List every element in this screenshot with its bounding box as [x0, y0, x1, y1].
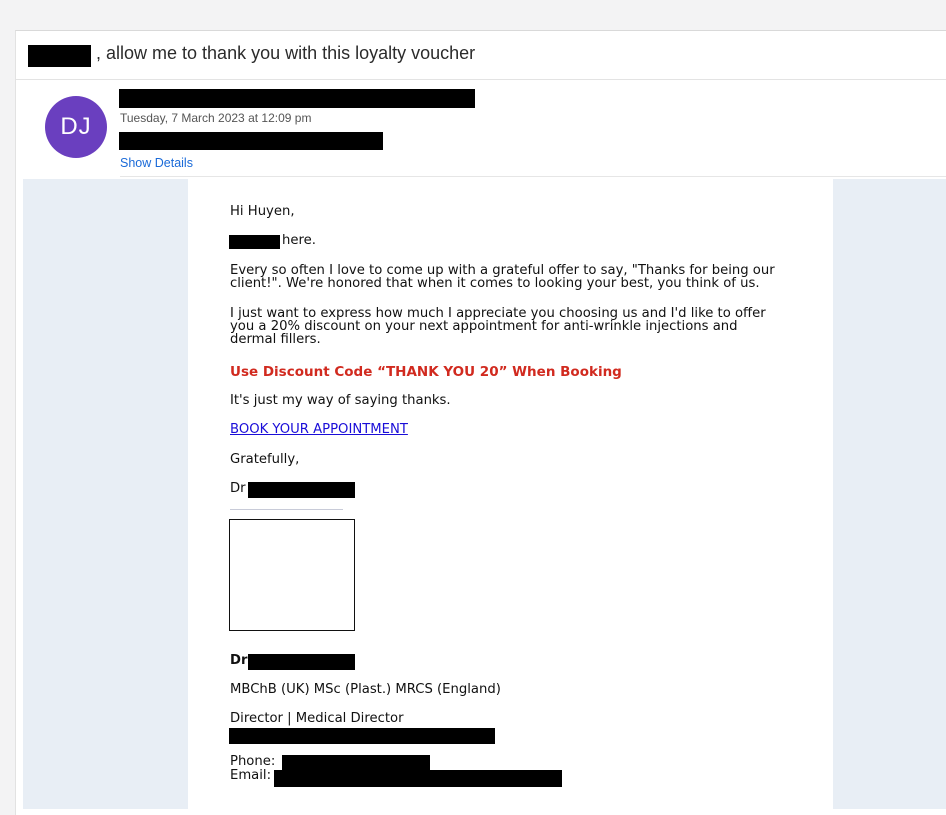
sender-avatar[interactable]: DJ — [45, 96, 107, 158]
redacted-signature-name — [248, 654, 355, 670]
redacted-recipient-address — [119, 132, 383, 150]
signature-divider — [230, 509, 343, 510]
show-details-link[interactable]: Show Details — [120, 156, 193, 170]
email-label: Email: — [230, 768, 272, 783]
subject-divider — [16, 79, 946, 80]
redacted-sender-address — [119, 89, 475, 108]
redacted-phone — [282, 755, 430, 771]
email-viewer-window: , allow me to thank you with this loyalt… — [15, 30, 946, 815]
signer-prefix: Dr — [230, 481, 246, 496]
redacted-recipient-name — [28, 45, 91, 67]
header-divider — [120, 176, 946, 177]
email-body-canvas: Hi Huyen, here. Every so often I love to… — [23, 179, 946, 809]
email-date: Tuesday, 7 March 2023 at 12:09 pm — [120, 111, 312, 125]
thanks-line: It's just my way of saying thanks. — [230, 393, 451, 408]
paragraph1-line2: client!". We're honored that when it com… — [230, 276, 760, 291]
redacted-sender-name — [229, 235, 280, 249]
email-subject: , allow me to thank you with this loyalt… — [96, 43, 476, 63]
intro-suffix: here. — [282, 233, 316, 248]
promo-code: Use Discount Code “THANK YOU 20” When Bo… — [230, 364, 622, 380]
signature-name-prefix: Dr — [230, 653, 248, 668]
greeting: Hi Huyen, — [230, 204, 295, 219]
phone-label: Phone: — [230, 754, 276, 769]
redacted-email — [274, 770, 562, 787]
signature-title: Director | Medical Director — [230, 711, 404, 726]
signature-credentials: MBChB (UK) MSc (Plast.) MRCS (England) — [230, 682, 501, 697]
signature-logo-placeholder — [229, 519, 355, 631]
redacted-clinic-name — [229, 728, 495, 744]
sign-off: Gratefully, — [230, 452, 300, 467]
book-appointment-link[interactable]: BOOK YOUR APPOINTMENT — [230, 423, 408, 437]
paragraph2-line3: dermal fillers. — [230, 332, 321, 347]
email-content-card: Hi Huyen, here. Every so often I love to… — [188, 179, 833, 809]
redacted-signer-name — [248, 482, 355, 498]
